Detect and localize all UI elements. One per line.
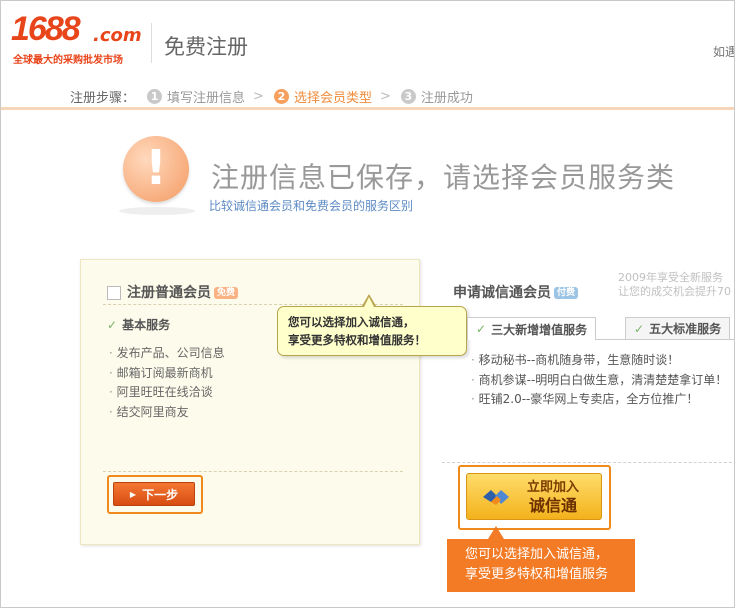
page-frame: 1688 .com 全球最大的采购批发市场 免费注册 如遇 注册步骤： 1 填写… bbox=[0, 0, 735, 608]
compare-services-link[interactable]: 比较诚信通会员和免费会员的服务区别 bbox=[209, 197, 413, 214]
next-button-highlight: ▶ 下一步 bbox=[107, 475, 203, 514]
divider bbox=[103, 304, 403, 305]
tooltip-line-2: 享受更多特权和增值服务！ bbox=[288, 333, 426, 347]
list-item: 旺铺2.0--豪华网上专卖店，全方位推广！ bbox=[471, 390, 727, 410]
next-step-button[interactable]: ▶ 下一步 bbox=[113, 482, 195, 506]
header-help-link[interactable]: 如遇 bbox=[713, 43, 734, 60]
step-2-label: 选择会员类型 bbox=[293, 91, 372, 106]
list-item: 商机参谋--明明白白做生意，清清楚楚拿订单！ bbox=[471, 371, 728, 391]
logo-number: 1688 bbox=[11, 10, 81, 48]
icon-shadow bbox=[119, 207, 195, 215]
step-1-label: 填写注册信息 bbox=[167, 91, 246, 106]
header-underline bbox=[1, 107, 734, 110]
tab-new-services[interactable]: ✓ 三大新增增值服务 bbox=[467, 317, 597, 340]
step-2-number: 2 bbox=[273, 89, 289, 104]
service-tabs: ✓ 三大新增增值服务 ✓ 五大标准服务 bbox=[467, 317, 734, 340]
trustpass-title: 申请诚信通会员 付费 bbox=[453, 282, 579, 302]
list-item: 阿里旺旺在线洽谈 bbox=[109, 383, 225, 403]
step-indicator: 注册步骤： 1 填写注册信息 > 2 选择会员类型 > 3 注册成功 bbox=[70, 87, 479, 106]
step-3-label: 注册成功 bbox=[420, 91, 473, 106]
header-divider bbox=[151, 23, 152, 63]
upgrade-tooltip: 您可以选择加入诚信通， 享受更多特权和增值服务！ bbox=[277, 306, 467, 356]
free-member-title: 注册普通会员 免费 bbox=[107, 282, 239, 302]
document-icon bbox=[107, 286, 121, 300]
check-icon: ✓ bbox=[476, 322, 487, 336]
steps-label: 注册步骤： bbox=[70, 91, 136, 106]
paid-badge: 付费 bbox=[554, 287, 579, 299]
list-item: 发布产品、公司信息 bbox=[109, 344, 225, 364]
step-1-number: 1 bbox=[147, 89, 163, 104]
list-item: 移动秘书--商机随身带，生意随时谈！ bbox=[471, 351, 727, 371]
callout-line-2: 享受更多特权和增值服务 bbox=[465, 567, 609, 582]
step-3-number: 3 bbox=[400, 89, 416, 104]
message-title: 注册信息已保存，请选择会员服务类 bbox=[211, 161, 676, 194]
play-icon: ▶ bbox=[129, 489, 137, 499]
list-item: 邮箱订阅最新商机 bbox=[109, 364, 225, 384]
join-button-highlight: 立即加入 诚信通 bbox=[458, 465, 611, 530]
chevron-right-icon: > bbox=[253, 89, 264, 104]
chevron-right-icon: > bbox=[379, 89, 391, 104]
join-trustpass-button[interactable]: 立即加入 诚信通 bbox=[466, 473, 602, 520]
handshake-icon bbox=[483, 490, 509, 505]
logo-domain: .com bbox=[93, 25, 142, 46]
callout-line-1: 您可以选择加入诚信通， bbox=[465, 547, 609, 562]
tab-standard-services[interactable]: ✓ 五大标准服务 bbox=[625, 317, 731, 339]
check-icon: ✓ bbox=[634, 321, 645, 336]
page-title: 免费注册 bbox=[164, 35, 248, 59]
basic-services-list: 发布产品、公司信息 邮箱订阅最新商机 阿里旺旺在线洽谈 结交阿里商友 bbox=[109, 344, 225, 422]
trustpass-note: 2009年享受全新服务 让您的成交机会提升70 bbox=[618, 271, 731, 298]
tooltip-line-1: 您可以选择加入诚信通， bbox=[288, 315, 415, 329]
basic-services-heading: ✓ 基本服务 bbox=[107, 318, 171, 332]
tooltip-arrow-fill bbox=[364, 297, 374, 307]
callout-arrow bbox=[488, 526, 504, 539]
join-button-text: 立即加入 诚信通 bbox=[527, 480, 580, 515]
check-icon: ✓ bbox=[107, 318, 118, 332]
list-item: 结交阿里商友 bbox=[109, 403, 225, 423]
divider bbox=[103, 471, 403, 472]
trustpass-services-list: 移动秘书--商机随身带，生意随时谈！ 商机参谋--明明白白做生意，清清楚楚拿订单… bbox=[471, 351, 728, 410]
exclamation-icon: ! bbox=[123, 136, 189, 202]
logo-1688[interactable]: 1688 .com 全球最大的采购批发市场 bbox=[11, 10, 146, 66]
join-callout: 您可以选择加入诚信通， 享受更多特权和增值服务 bbox=[447, 539, 635, 592]
divider bbox=[442, 462, 734, 463]
free-badge: 免费 bbox=[214, 287, 239, 299]
logo-tagline: 全球最大的采购批发市场 bbox=[13, 55, 123, 66]
